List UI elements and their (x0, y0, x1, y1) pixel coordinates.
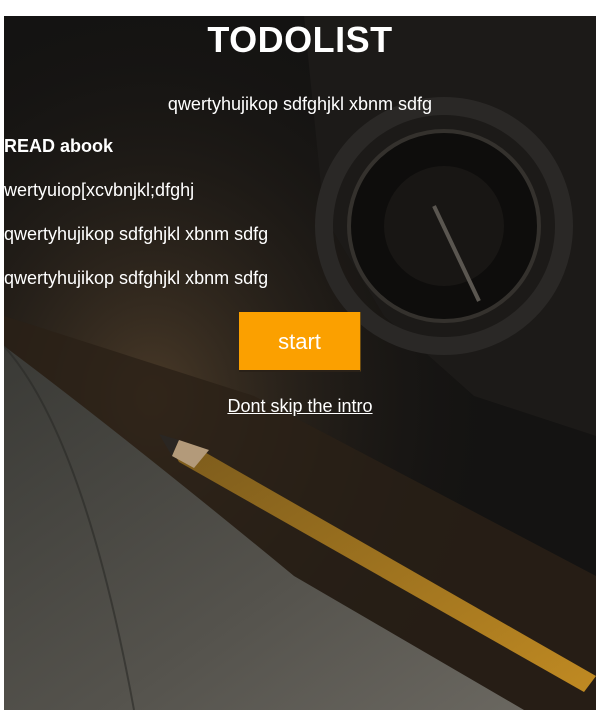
todo-list: READ abook wertyuiop[xcvbnjkl;dfghj qwer… (4, 134, 596, 310)
intro-link-container: Dont skip the intro (4, 394, 596, 418)
todo-panel: TODOLIST qwertyhujikop sdfghjkl xbnm sdf… (4, 16, 596, 710)
todo-item: qwertyhujikop sdfghjkl xbnm sdfg (4, 268, 269, 288)
page-title: TODOLIST (207, 19, 393, 60)
start-button[interactable]: start (239, 312, 361, 372)
page-container: TODOLIST qwertyhujikop sdfghjkl xbnm sdf… (4, 16, 596, 710)
todo-item: qwertyhujikop sdfghjkl xbnm sdfg (4, 224, 269, 244)
todo-item: READ abook (4, 136, 114, 156)
dont-skip-intro-link[interactable]: Dont skip the intro (227, 396, 372, 416)
page-subtitle: qwertyhujikop sdfghjkl xbnm sdfg (167, 94, 433, 114)
todo-item: wertyuiop[xcvbnjkl;dfghj (4, 180, 195, 200)
